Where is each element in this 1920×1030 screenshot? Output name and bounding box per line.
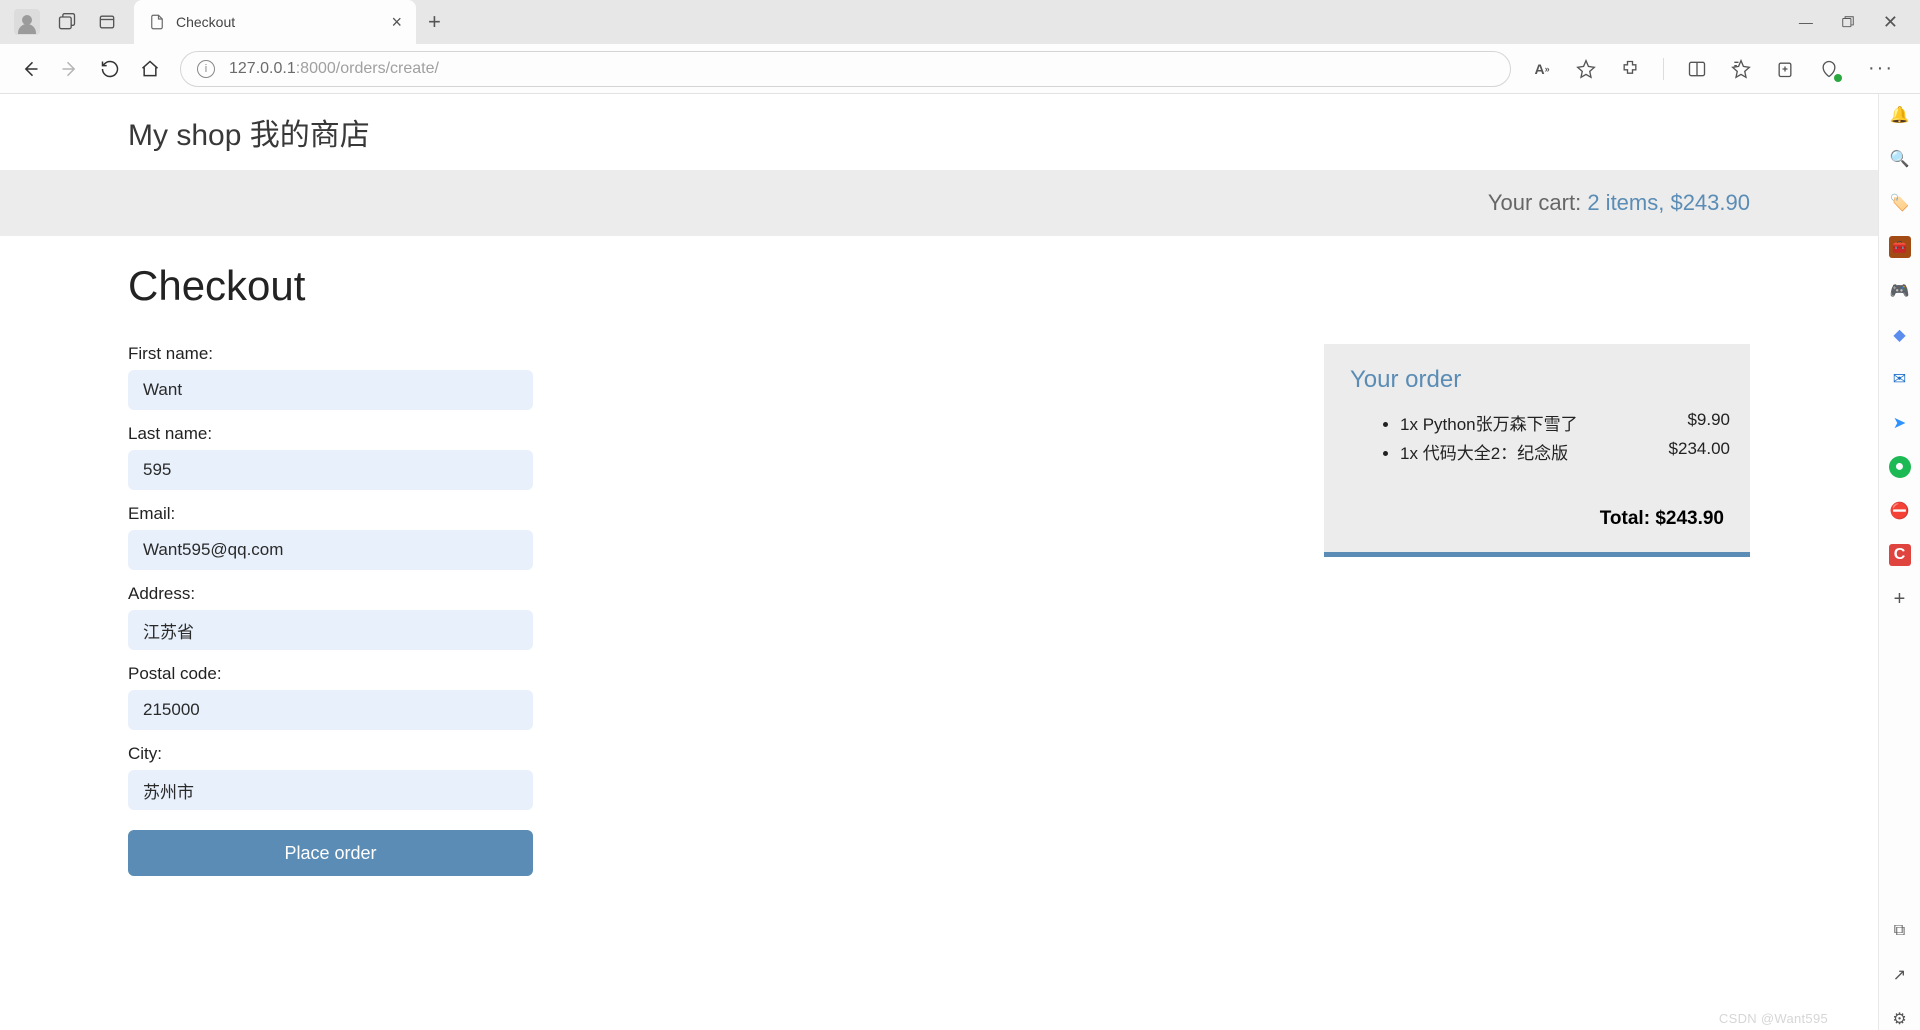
email-input[interactable]: [128, 530, 533, 570]
c-app-icon[interactable]: C: [1889, 544, 1911, 566]
extensions-icon[interactable]: [1619, 58, 1641, 80]
nav-back-icon[interactable]: [10, 49, 50, 89]
order-summary-heading: Your order: [1350, 366, 1724, 394]
nav-forward-icon: [50, 49, 90, 89]
edge-sidebar: 🔔 🔍 🏷️ 🧰 🎮 ◆ ✉ ➤ ● ⛔ C + ⧉ ↗ ⚙: [1878, 94, 1920, 1030]
screenshot-icon[interactable]: ⧉: [1889, 920, 1911, 942]
microsoft365-icon[interactable]: ◆: [1889, 324, 1911, 346]
cart-label: Your cart:: [1488, 190, 1581, 215]
cart-summary-bar: Your cart: 2 items, $243.90: [0, 170, 1878, 236]
workspaces-icon[interactable]: [54, 9, 80, 35]
order-summary-panel: Your order 1x Python张万森下雪了 $9.90 1x 代码大全…: [1324, 344, 1750, 557]
nav-refresh-icon[interactable]: [90, 49, 130, 89]
site-info-icon[interactable]: i: [197, 60, 215, 78]
first-name-input[interactable]: [128, 370, 533, 410]
last-name-input[interactable]: [128, 450, 533, 490]
window-minimize-icon[interactable]: —: [1799, 14, 1813, 30]
favorite-star-icon[interactable]: [1575, 58, 1597, 80]
read-aloud-icon[interactable]: A»: [1531, 58, 1553, 80]
favorites-list-icon[interactable]: [1730, 58, 1752, 80]
browser-tab[interactable]: Checkout ×: [134, 0, 416, 44]
window-maximize-icon[interactable]: [1841, 15, 1855, 29]
tab-title: Checkout: [176, 14, 381, 30]
sidebar-add-icon[interactable]: +: [1889, 588, 1911, 610]
city-label: City:: [128, 744, 533, 764]
checkout-form: First name: Last name: Email: Address:: [128, 344, 533, 876]
outlook-icon[interactable]: ✉: [1889, 368, 1911, 390]
open-external-icon[interactable]: ↗: [1889, 964, 1911, 986]
notifications-icon[interactable]: 🔔: [1889, 104, 1911, 126]
city-input[interactable]: [128, 770, 533, 810]
place-order-button[interactable]: Place order: [128, 830, 533, 876]
last-name-label: Last name:: [128, 424, 533, 444]
address-input[interactable]: [128, 610, 533, 650]
shopping-tag-icon[interactable]: 🏷️: [1889, 192, 1911, 214]
collections-icon[interactable]: [1774, 58, 1796, 80]
window-close-icon[interactable]: ✕: [1883, 12, 1898, 33]
spotify-icon[interactable]: ●: [1889, 456, 1911, 478]
address-bar[interactable]: i 127.0.0.1:8000/orders/create/: [180, 51, 1511, 87]
browser-toolbar: i 127.0.0.1:8000/orders/create/ A» ···: [0, 44, 1920, 94]
browser-essentials-icon[interactable]: [1818, 58, 1840, 80]
toolbar-separator: [1663, 58, 1664, 80]
order-item: 1x Python张万森下雪了 $9.90: [1400, 408, 1724, 437]
first-name-label: First name:: [128, 344, 533, 364]
adblock-icon[interactable]: ⛔: [1889, 500, 1911, 522]
drop-icon[interactable]: ➤: [1889, 412, 1911, 434]
order-items-list: 1x Python张万森下雪了 $9.90 1x 代码大全2：纪念版 $234.…: [1350, 408, 1724, 466]
address-label: Address:: [128, 584, 533, 604]
order-item: 1x 代码大全2：纪念版 $234.00: [1400, 437, 1724, 466]
tab-actions-icon[interactable]: [94, 9, 120, 35]
order-item-price: $234.00: [1669, 439, 1730, 459]
postal-code-input[interactable]: [128, 690, 533, 730]
order-total: Total: $243.90: [1350, 508, 1724, 530]
email-label: Email:: [128, 504, 533, 524]
postal-code-label: Postal code:: [128, 664, 533, 684]
nav-home-icon[interactable]: [130, 49, 170, 89]
new-tab-button[interactable]: +: [416, 0, 453, 44]
browser-tab-strip: Checkout × + — ✕: [0, 0, 1920, 44]
shop-logo[interactable]: My shop 我的商店: [0, 94, 1878, 170]
games-icon[interactable]: 🎮: [1889, 280, 1911, 302]
toolbox-icon[interactable]: 🧰: [1889, 236, 1911, 258]
url-text: 127.0.0.1:8000/orders/create/: [229, 60, 439, 78]
watermark: CSDN @Want595: [1719, 1011, 1828, 1026]
more-menu-icon[interactable]: ···: [1862, 57, 1900, 80]
page-title: Checkout: [128, 262, 1750, 310]
tab-close-icon[interactable]: ×: [391, 13, 402, 31]
split-screen-icon[interactable]: [1686, 58, 1708, 80]
order-item-price: $9.90: [1687, 410, 1730, 430]
profile-avatar-icon[interactable]: [14, 9, 40, 35]
sidebar-search-icon[interactable]: 🔍: [1889, 148, 1911, 170]
cart-link[interactable]: 2 items, $243.90: [1587, 190, 1750, 215]
sidebar-settings-icon[interactable]: ⚙: [1889, 1008, 1911, 1030]
page-viewport: My shop 我的商店 Your cart: 2 items, $243.90…: [0, 94, 1878, 1030]
page-favicon-icon: [148, 13, 166, 31]
